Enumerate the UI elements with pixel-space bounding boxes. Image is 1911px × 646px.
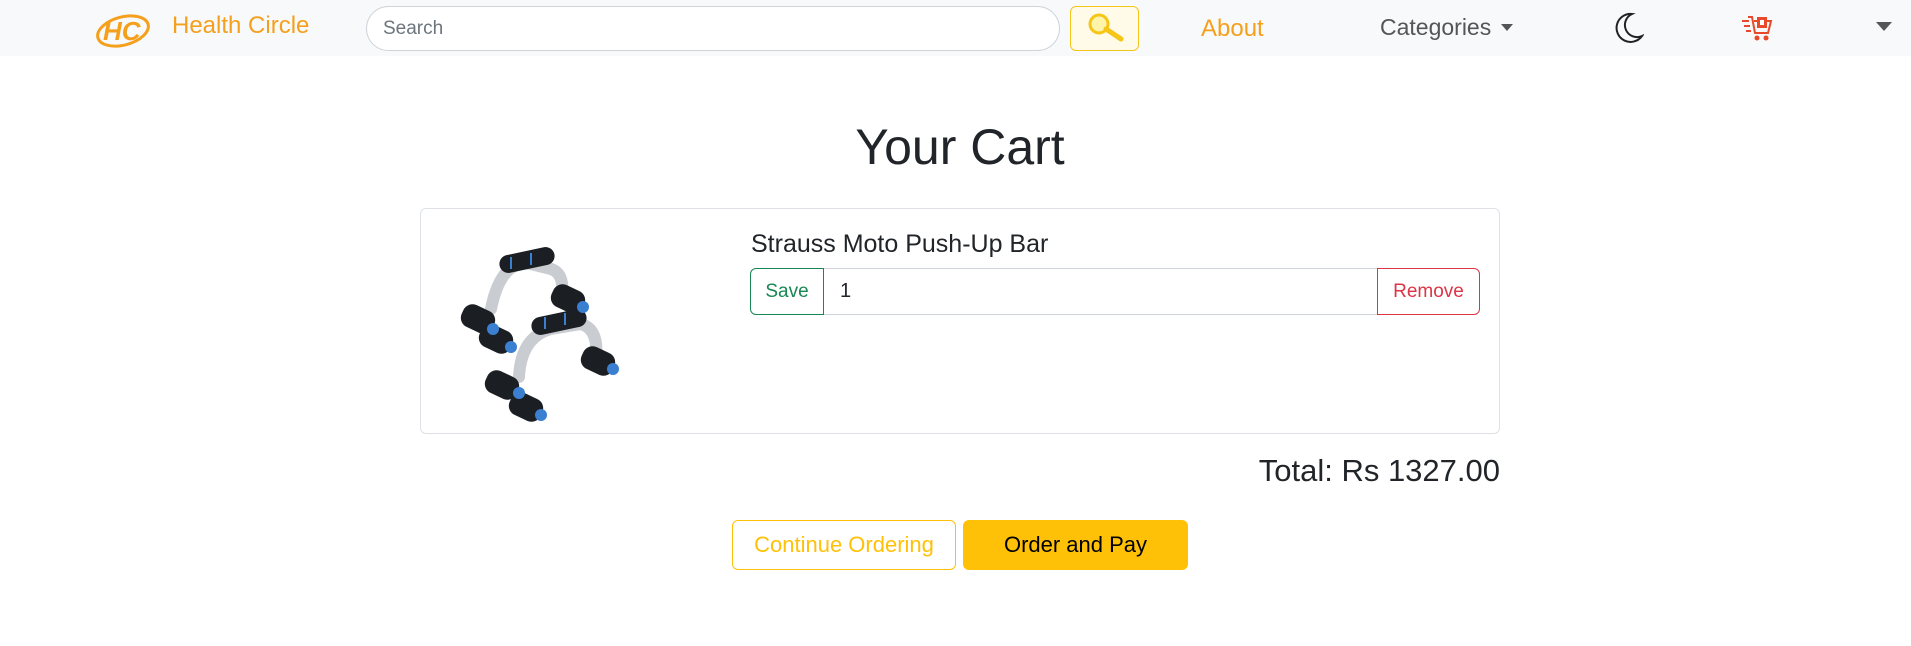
user-menu-chevron-down-icon[interactable] [1876,22,1892,31]
svg-text:HC: HC [103,16,142,46]
save-button[interactable]: Save [750,268,824,315]
brand-logo[interactable]: HC [93,5,153,53]
navbar: HC Health Circle About Categories [0,0,1911,56]
nav-about-link[interactable]: About [1201,15,1264,43]
quantity-input[interactable] [824,268,1377,315]
moon-icon[interactable] [1612,11,1645,45]
search-input[interactable] [366,6,1060,51]
cart-total: Total: Rs 1327.00 [1258,453,1500,488]
product-name[interactable]: Strauss Moto Push-Up Bar [751,230,1048,259]
continue-ordering-button[interactable]: Continue Ordering [732,520,956,570]
cart-item-card: Strauss Moto Push-Up Bar Save Remove [420,208,1500,434]
quantity-group: Save Remove [750,268,1480,315]
brand-name[interactable]: Health Circle [172,12,309,40]
search-icon [1085,12,1125,45]
page-title: Your Cart [855,119,1065,175]
order-and-pay-button[interactable]: Order and Pay [963,520,1188,570]
remove-button[interactable]: Remove [1377,268,1480,315]
search-button[interactable] [1070,6,1139,51]
cart-icon[interactable] [1742,13,1774,43]
nav-categories-dropdown[interactable]: Categories [1380,14,1514,41]
product-image [441,229,641,429]
caret-down-icon [1501,24,1514,31]
nav-categories-label: Categories [1380,14,1492,40]
